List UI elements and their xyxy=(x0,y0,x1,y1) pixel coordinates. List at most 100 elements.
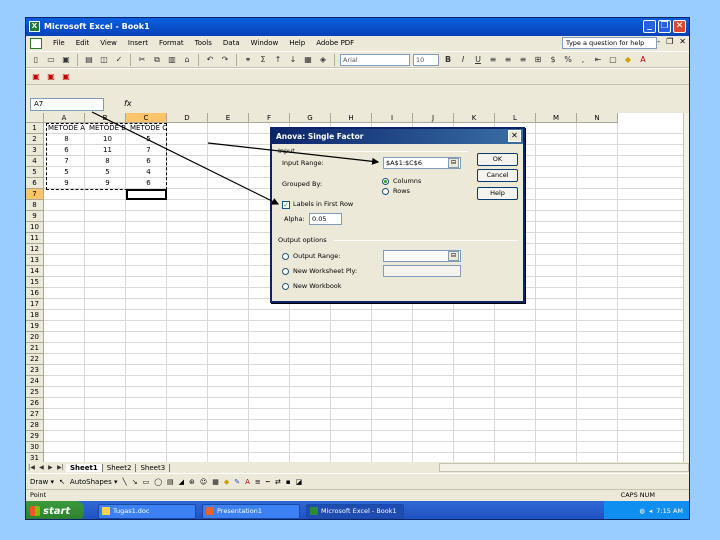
column-header-a[interactable]: A xyxy=(44,113,85,123)
column-header-k[interactable]: K xyxy=(454,113,495,123)
menu-view[interactable]: View xyxy=(100,39,117,47)
italic-icon[interactable]: I xyxy=(457,54,469,66)
volume-icon[interactable]: ◂ xyxy=(649,507,652,515)
grouped-columns-radio[interactable] xyxy=(382,178,389,185)
menu-edit[interactable]: Edit xyxy=(76,39,90,47)
row-header-25[interactable]: 25 xyxy=(26,387,44,398)
row-header-20[interactable]: 20 xyxy=(26,332,44,343)
pdf-email-icon[interactable]: ▣ xyxy=(45,71,57,83)
font-color-icon[interactable]: A xyxy=(637,54,649,66)
column-header-i[interactable]: I xyxy=(372,113,413,123)
row-header-24[interactable]: 24 xyxy=(26,376,44,387)
merge-center-icon[interactable]: ⊞ xyxy=(532,54,544,66)
cut-icon[interactable]: ✂ xyxy=(136,54,148,66)
draw-menu[interactable]: Draw ▾ xyxy=(30,478,54,486)
sort-descending-icon[interactable]: ↓ xyxy=(287,54,299,66)
column-header-j[interactable]: J xyxy=(413,113,454,123)
row-header-22[interactable]: 22 xyxy=(26,354,44,365)
row-header-19[interactable]: 19 xyxy=(26,321,44,332)
start-button[interactable]: start xyxy=(26,501,84,519)
row-header-5[interactable]: 5 xyxy=(26,167,44,178)
align-center-icon[interactable]: ≡ xyxy=(502,54,514,66)
help-question-input[interactable]: Type a question for help xyxy=(562,37,657,49)
new-worksheet-radio[interactable] xyxy=(282,268,289,275)
line-style-icon[interactable]: ≡ xyxy=(255,478,261,486)
align-right-icon[interactable]: ≡ xyxy=(517,54,529,66)
font-name-select[interactable]: Arial xyxy=(340,53,410,66)
3d-icon[interactable]: ◪ xyxy=(296,478,303,486)
row-header-13[interactable]: 13 xyxy=(26,255,44,266)
next-sheet-icon[interactable]: ▶ xyxy=(48,464,53,471)
column-header-l[interactable]: L xyxy=(495,113,536,123)
percent-icon[interactable]: % xyxy=(562,54,574,66)
column-header-c[interactable]: C xyxy=(126,113,167,123)
save-icon[interactable]: ▣ xyxy=(60,54,72,66)
print-preview-icon[interactable]: ◫ xyxy=(98,54,110,66)
align-left-icon[interactable]: ≡ xyxy=(487,54,499,66)
column-header-b[interactable]: B xyxy=(85,113,126,123)
row-header-11[interactable]: 11 xyxy=(26,233,44,244)
row-header-4[interactable]: 4 xyxy=(26,156,44,167)
row-header-14[interactable]: 14 xyxy=(26,266,44,277)
line-icon[interactable]: ╲ xyxy=(122,478,126,486)
row-header-29[interactable]: 29 xyxy=(26,431,44,442)
fx-icon[interactable]: fx xyxy=(124,99,132,108)
comma-icon[interactable]: , xyxy=(577,54,589,66)
copy-icon[interactable]: ⧉ xyxy=(151,54,163,66)
select-all-corner[interactable] xyxy=(26,113,44,123)
select-objects-icon[interactable]: ↖ xyxy=(59,478,65,486)
pdf-convert-icon[interactable]: ▣ xyxy=(30,71,42,83)
new-workbook-radio[interactable] xyxy=(282,283,289,290)
row-header-3[interactable]: 3 xyxy=(26,145,44,156)
shadow-icon[interactable]: ▪ xyxy=(286,478,291,486)
currency-icon[interactable]: $ xyxy=(547,54,559,66)
borders-icon[interactable]: ▢ xyxy=(607,54,619,66)
row-header-1[interactable]: 1 xyxy=(26,123,44,134)
taskbar-item-presentation1[interactable]: Presentation1 xyxy=(202,503,300,519)
row-header-16[interactable]: 16 xyxy=(26,288,44,299)
output-range-radio[interactable] xyxy=(282,253,289,260)
name-box[interactable]: A7 xyxy=(30,98,104,111)
column-header-e[interactable]: E xyxy=(208,113,249,123)
row-header-8[interactable]: 8 xyxy=(26,200,44,211)
draw-font-color-icon[interactable]: A xyxy=(245,478,250,486)
wordart-icon[interactable]: ◢ xyxy=(179,478,184,486)
sheet-tab-sheet1[interactable]: Sheet1 xyxy=(66,463,103,472)
document-icon[interactable] xyxy=(30,37,42,49)
menu-data[interactable]: Data xyxy=(223,39,240,47)
new-worksheet-field[interactable] xyxy=(383,265,461,277)
hyperlink-icon[interactable]: ⚭ xyxy=(242,54,254,66)
sheet-tab-sheet3[interactable]: Sheet3 xyxy=(136,463,171,472)
row-header-9[interactable]: 9 xyxy=(26,211,44,222)
textbox-icon[interactable]: ▤ xyxy=(167,478,174,486)
menu-tools[interactable]: Tools xyxy=(195,39,212,47)
undo-icon[interactable]: ↶ xyxy=(204,54,216,66)
menu-help[interactable]: Help xyxy=(289,39,305,47)
open-icon[interactable]: ▭ xyxy=(45,54,57,66)
doc-close-button[interactable]: ✕ xyxy=(679,37,686,46)
print-icon[interactable]: ▤ xyxy=(83,54,95,66)
clipart-icon[interactable]: ☺ xyxy=(200,478,207,486)
redo-icon[interactable]: ↷ xyxy=(219,54,231,66)
pdf-review-icon[interactable]: ▣ xyxy=(60,71,72,83)
row-header-21[interactable]: 21 xyxy=(26,343,44,354)
arrow-style-icon[interactable]: ⇄ xyxy=(275,478,281,486)
new-icon[interactable]: ▯ xyxy=(30,54,42,66)
spelling-icon[interactable]: ✓ xyxy=(113,54,125,66)
restore-button[interactable]: ❐ xyxy=(658,20,671,33)
column-header-d[interactable]: D xyxy=(167,113,208,123)
last-sheet-icon[interactable]: ▶| xyxy=(57,464,64,471)
oval-icon[interactable]: ◯ xyxy=(154,478,162,486)
column-header-h[interactable]: H xyxy=(331,113,372,123)
column-header-n[interactable]: N xyxy=(577,113,618,123)
doc-restore-button[interactable]: ❐ xyxy=(666,37,673,46)
grouped-rows-radio[interactable] xyxy=(382,188,389,195)
row-header-10[interactable]: 10 xyxy=(26,222,44,233)
row-header-18[interactable]: 18 xyxy=(26,310,44,321)
dialog-close-button[interactable]: ✕ xyxy=(508,130,521,142)
draw-fill-color-icon[interactable]: ◆ xyxy=(224,478,229,486)
decrease-indent-icon[interactable]: ⇤ xyxy=(592,54,604,66)
row-header-7[interactable]: 7 xyxy=(26,189,44,200)
network-icon[interactable]: ◍ xyxy=(639,507,645,515)
taskbar-item-excel[interactable]: Microsoft Excel - Book1 xyxy=(306,503,404,519)
